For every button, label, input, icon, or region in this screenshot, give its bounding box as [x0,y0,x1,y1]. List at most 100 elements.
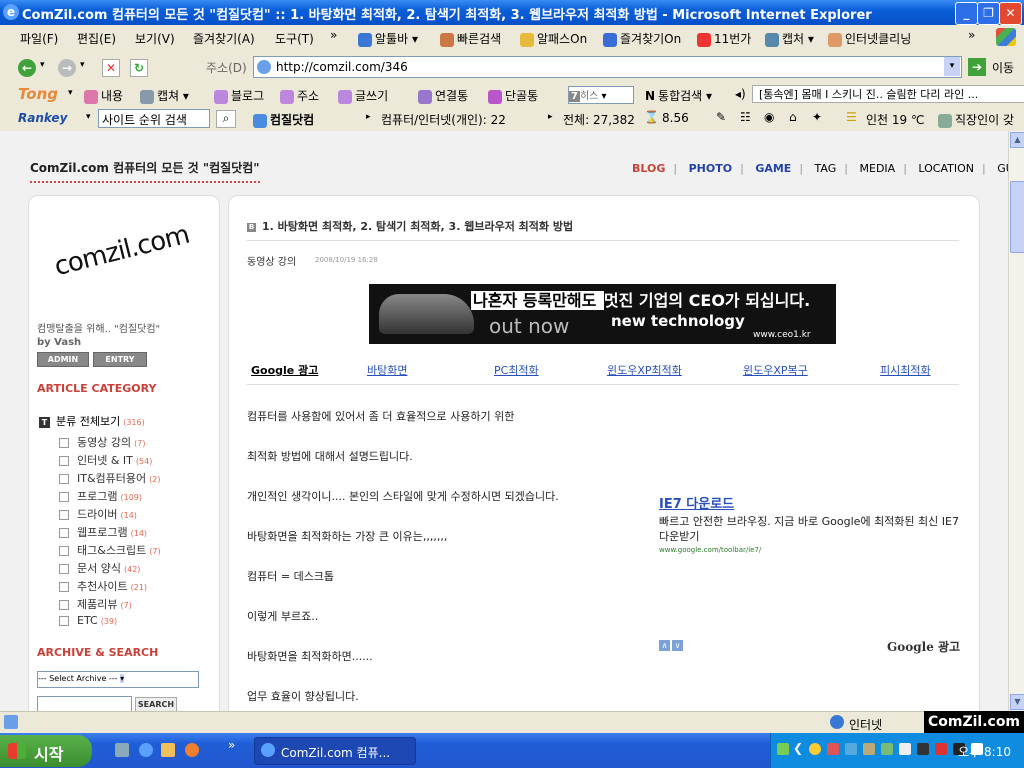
close-button[interactable]: ✕ [999,2,1022,25]
forward-dropdown-icon[interactable]: ▾ [80,60,85,70]
vertical-scrollbar[interactable]: ▲ ▼ [1008,131,1024,711]
back-icon[interactable]: ← [18,59,36,77]
tong-link[interactable]: 연결통 [418,87,468,104]
link-favorites-on[interactable]: 즐겨찾기On [603,30,681,47]
rankey-dropdown-icon[interactable]: ▾ [86,112,91,122]
start-button[interactable]: 시작 [0,735,92,767]
archive-select[interactable]: --- Select Archive --- ▾ [37,671,199,688]
scroll-up-icon[interactable]: ▲ [1010,132,1024,148]
link-quick-search[interactable]: 빠른검색 [440,30,501,47]
tray-shield-icon[interactable] [777,743,789,755]
category-all[interactable]: T 분류 전체보기 (316) [39,413,145,429]
nav-guestbook[interactable]: GUESTBOOK [997,162,1008,175]
refresh-icon[interactable]: ↻ [130,59,148,77]
taskbar-window-ie[interactable]: ComZil.com 컴퓨... [254,737,416,765]
home-icon[interactable]: ⌂ [789,110,797,124]
clock[interactable]: 오후 8:10 [958,743,1011,760]
address-input[interactable]: http://comzil.com/346 ▾ [253,56,962,78]
blog-search-button[interactable]: SEARCH [135,697,177,711]
ad-headline[interactable]: IE7 다운로드 [659,493,959,512]
google-link-pc-optimize[interactable]: PC최적화 [494,362,539,378]
rankey-site[interactable]: 컴질닷컴 [253,111,314,128]
tong-logo[interactable]: Tong [18,85,58,103]
desktop-icon[interactable] [115,743,129,757]
job-link[interactable]: 직장인이 갖 [938,111,1014,128]
google-ads-label[interactable]: Google 광고 [251,362,318,378]
ad-banner[interactable]: 나혼자 등록만해도 멋진 기업의 CEO가 되십니다. out now new … [369,284,836,344]
ad-url[interactable]: www.google.com/toolbar/ie7/ [659,546,959,554]
post-category[interactable]: 동영상 강의 [247,253,296,268]
link-11st[interactable]: 11번가 [697,30,751,47]
tong-capture[interactable]: 캡쳐 ▾ [140,87,189,104]
minimize-button[interactable]: _ [955,2,978,25]
tray-app4-icon[interactable] [881,743,893,755]
category-item[interactable]: 제품리뷰 (7) [59,596,132,612]
ad-prev-icon[interactable]: ∧ [659,640,670,651]
nav-tag[interactable]: TAG [815,162,837,175]
menu-view[interactable]: 보기(V) [135,30,175,47]
link-alpass[interactable]: 알패스On [520,30,587,47]
back-dropdown-icon[interactable]: ▾ [40,60,45,70]
tray-app3-icon[interactable] [863,743,875,755]
google-link-winxp-recovery[interactable]: 윈도우XP복구 [743,362,808,378]
category-item[interactable]: 문서 양식 (42) [59,560,140,576]
tong-content[interactable]: 내용 [84,87,123,104]
unified-search[interactable]: N 통합검색 ▾ [645,87,712,104]
category-item[interactable]: ETC (39) [59,614,117,627]
menu-tools[interactable]: 도구(T) [275,30,314,47]
category-item[interactable]: 추천사이트 (21) [59,578,147,594]
post-title[interactable]: B 1. 바탕화면 최적화, 2. 탐색기 최적화, 3. 웹브라우저 최적화 방… [247,218,573,234]
tray-expand-icon[interactable]: ❮ [793,741,803,755]
google-link-pc-optimize-2[interactable]: 피시최적화 [880,362,931,378]
tray-app2-icon[interactable] [845,743,857,755]
go-icon[interactable]: ➔ [968,58,986,76]
nav-media[interactable]: MEDIA [860,162,896,175]
nav-blog[interactable]: BLOG [632,162,665,175]
tong-dropdown-icon[interactable]: ▾ [68,88,73,98]
category-item[interactable]: 프로그램 (109) [59,488,142,504]
admin-button[interactable]: ADMIN [37,352,89,367]
category-item[interactable]: 웹프로그램 (14) [59,524,147,540]
rankey-logo[interactable]: Rankey [18,111,67,125]
ad-next-icon[interactable]: ∨ [672,640,683,651]
scroll-down-icon[interactable]: ▼ [1010,694,1024,710]
pencil-icon[interactable]: ✎ [716,110,726,124]
link-internet-cleaning[interactable]: 인터넷클리닝 [828,30,911,47]
blog-title[interactable]: ComZil.com 컴퓨터의 모든 것 "컴질닷컴" [30,159,260,183]
rankey-search-input[interactable]: 사이트 순위 검색 [98,109,210,128]
google-ad-label[interactable]: Google 광고 [887,638,960,655]
archive-dropdown-icon[interactable]: ▾ [120,674,125,683]
menu-edit[interactable]: 편집(E) [77,30,116,47]
category-item[interactable]: 인터넷 & IT (54) [59,452,152,468]
tray-app-icon[interactable] [827,743,839,755]
search-icon[interactable]: ⌕ [216,110,236,128]
tong-select[interactable]: 7 히스 ▾ [568,86,634,104]
bulb-icon[interactable]: ✦ [812,110,822,124]
speaker-icon[interactable]: ◂) [735,87,746,101]
category-item[interactable]: 드라이버 (14) [59,506,137,522]
menu-more[interactable]: » [330,28,337,42]
folder-icon[interactable] [161,743,175,757]
tray-ati-icon[interactable] [935,743,947,755]
firefox-icon[interactable] [185,743,199,757]
links-more[interactable]: » [968,28,975,42]
tong-write[interactable]: 글쓰기 [338,87,388,104]
tray-smile-icon[interactable] [809,743,821,755]
globe-tool-icon[interactable]: ◉ [764,110,774,124]
nav-location[interactable]: LOCATION [918,162,974,175]
maximize-button[interactable]: ❐ [977,2,1000,25]
ie-quick-icon[interactable] [139,743,153,757]
menu-file[interactable]: 파일(F) [20,30,58,47]
scroll-thumb[interactable] [1010,181,1024,253]
quicklaunch-more[interactable]: » [228,738,235,752]
nav-game[interactable]: GAME [755,162,791,175]
menu-favorites[interactable]: 즐겨찾기(A) [193,30,255,47]
entry-button[interactable]: ENTRY [93,352,147,367]
go-button[interactable]: 이동 [992,59,1014,76]
tray-monitor-icon[interactable] [917,743,929,755]
link-altoolbar[interactable]: 알툴바 ▾ [358,30,418,47]
link-capture[interactable]: 캡처 ▾ [765,30,814,47]
tong-regular[interactable]: 단골통 [488,87,538,104]
google-link-winxp-optimize[interactable]: 윈도우XP최적화 [607,362,682,378]
nav-photo[interactable]: PHOTO [689,162,732,175]
